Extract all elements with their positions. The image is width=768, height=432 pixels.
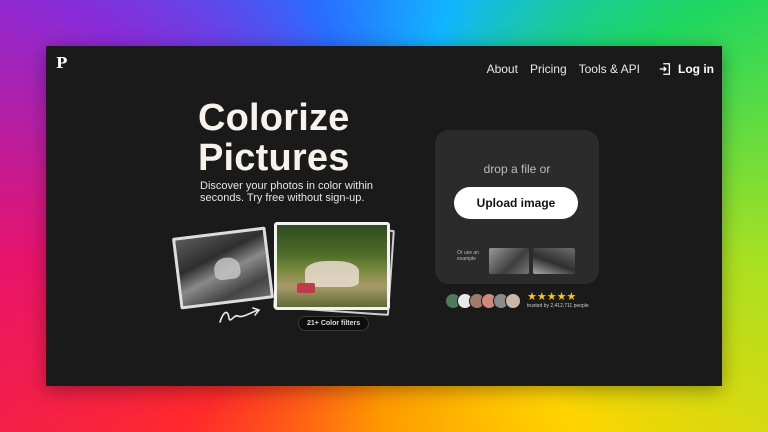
app-window: P About Pricing Tools & API Log in Color…: [46, 46, 722, 386]
squiggle-arrow-icon: [219, 307, 261, 323]
login-link[interactable]: Log in: [658, 62, 714, 76]
user-avatars: [445, 292, 521, 309]
bw-sample-photo: [171, 226, 275, 310]
hero-title-line1: Colorize: [198, 97, 350, 139]
drop-file-text: drop a file or: [483, 162, 551, 176]
colorized-sample-photo: [274, 222, 390, 310]
example-label: Or use an example: [457, 250, 479, 262]
avatar: [505, 292, 521, 309]
nav-tools-link[interactable]: Tools & API: [579, 62, 640, 76]
color-filters-chip: 21+ Color filters: [298, 316, 370, 331]
example-thumbnail[interactable]: [489, 248, 529, 274]
example-thumbnail[interactable]: [533, 248, 575, 274]
trusted-by-text: trusted by 2,412,711 people: [527, 303, 589, 309]
hero-title-line2: Pictures: [198, 137, 350, 179]
nav-about-link[interactable]: About: [487, 62, 518, 76]
login-label: Log in: [678, 62, 714, 76]
rating-stars-icon: ★★★★★: [527, 291, 577, 303]
trust-bar: ★★★★★ trusted by 2,412,711 people: [445, 292, 589, 309]
brand-logo[interactable]: P: [56, 54, 67, 72]
login-icon: [659, 63, 671, 75]
upload-card[interactable]: drop a file or Upload image Or use an ex…: [435, 130, 599, 284]
upload-image-button[interactable]: Upload image: [454, 187, 578, 219]
hero-subtitle: Discover your photos in color within sec…: [200, 180, 374, 204]
nav-pricing-link[interactable]: Pricing: [530, 62, 567, 76]
hero-title: Colorize Pictures: [198, 98, 350, 178]
top-nav: About Pricing Tools & API Log in: [487, 62, 714, 76]
rating-block: ★★★★★ trusted by 2,412,711 people: [527, 291, 589, 310]
